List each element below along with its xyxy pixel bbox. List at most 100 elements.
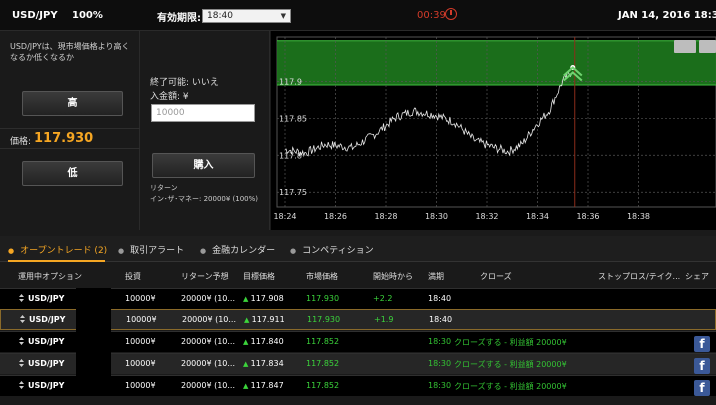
tab-open-trades[interactable]: ● オープントレード (2) <box>8 243 107 256</box>
price-row: 価格: 117.930 <box>0 128 140 149</box>
x-tick-label: 18:30 <box>425 212 448 221</box>
y-tick-label: 117.75 <box>279 188 307 197</box>
row-target: ▲ 117.908 <box>243 294 284 303</box>
expiry-select-value: 18:40 <box>207 11 233 21</box>
col-header-market: 市場価格 <box>306 272 338 281</box>
table-header: 運用中オプション 投資 リターン予想 目標価格 市場価格 開始時から 満期 クロ… <box>0 264 716 288</box>
row-invest: 10000¥ <box>125 294 156 303</box>
y-tick-label: 117.9 <box>279 77 302 86</box>
sort-arrows-icon <box>20 315 25 323</box>
tab-competition-label: コンペティション <box>302 246 374 256</box>
row-expiry: 18:30 <box>428 381 452 390</box>
active-tab-indicator <box>8 260 105 262</box>
target-zone-band <box>277 40 716 86</box>
row-close-status: クローズする - 利益額 20000¥ <box>454 360 567 369</box>
row-target-text: 117.911 <box>251 315 285 324</box>
top-bar: USD/JPY 100% 有効期限: 18:40 ▼ 00:39 JAN 14,… <box>0 0 716 31</box>
tab-trade-alerts[interactable]: ● 取引アラート <box>118 243 184 256</box>
row-pair: USD/JPY <box>19 315 65 324</box>
x-tick-label: 18:24 <box>273 212 296 221</box>
tab-trade-alerts-label: 取引アラート <box>130 246 185 256</box>
row-pair-text: USD/JPY <box>28 337 65 346</box>
row-target-text: 117.834 <box>250 359 284 368</box>
col-header-since-start: 開始時から <box>373 272 413 281</box>
row-return: 20000¥ (10... <box>181 359 236 368</box>
in-the-money-text: イン･ザ･マネー: 20000¥ (100%) <box>150 195 259 203</box>
low-button[interactable]: 低 <box>22 161 123 186</box>
deposit-label: 入金額: ¥ <box>150 92 189 102</box>
x-tick-label: 18:34 <box>526 212 549 221</box>
x-tick-label: 18:36 <box>576 212 599 221</box>
row-expiry: 18:30 <box>428 337 452 346</box>
high-button[interactable]: 高 <box>22 91 123 116</box>
row-invest: 10000¥ <box>126 315 157 324</box>
early-close-text: 終了可能: いいえ <box>150 78 219 88</box>
row-change: +2.2 <box>373 294 393 303</box>
row-invest: 10000¥ <box>125 381 156 390</box>
current-price: 117.930 <box>34 131 94 146</box>
chart-type-icon <box>674 40 696 53</box>
return-label: リターン <box>150 184 178 192</box>
row-target: ▲ 117.911 <box>244 315 285 324</box>
question-text: USD/JPYは、現市場価格より高くなるか低くなるか <box>10 42 130 62</box>
tab-financial-calendar[interactable]: ● 金融カレンダー <box>200 243 275 256</box>
col-header-close: クローズ <box>480 272 512 281</box>
redacted-block <box>76 288 111 395</box>
deposit-input[interactable]: 10000 <box>151 104 255 122</box>
row-return: 20000¥ (10... <box>181 337 236 346</box>
tab-bar: ● オープントレード (2) ● 取引アラート ● 金融カレンダー ● コンペティション <box>0 236 716 262</box>
facebook-share-icon[interactable]: f <box>694 358 710 374</box>
order-panel: 終了可能: いいえ 入金額: ¥ 10000 購入 リターン イン･ザ･マネー:… <box>141 31 270 230</box>
sort-arrows-icon <box>19 337 24 345</box>
sort-arrows-icon <box>19 381 24 389</box>
facebook-share-icon[interactable]: f <box>694 336 710 352</box>
col-header-target: 目標価格 <box>243 272 275 281</box>
chart-settings-icon <box>699 40 716 53</box>
row-pair: USD/JPY <box>18 337 64 346</box>
col-header-return: リターン予想 <box>181 272 229 281</box>
row-market: 117.852 <box>306 337 340 346</box>
expiry-label: 有効期限: <box>157 13 201 24</box>
price-chart[interactable]: 18:24 18:26 18:28 18:30 18:32 18:34 18:36 18:38… <box>271 31 716 230</box>
chevron-down-icon: ▼ <box>280 12 286 20</box>
row-pair-text: USD/JPY <box>28 381 65 390</box>
row-close-status: クローズする - 利益額 20000¥ <box>454 382 567 391</box>
col-header-invest: 投資 <box>125 272 141 281</box>
row-return: 20000¥ (10... <box>182 315 237 324</box>
row-change: +1.9 <box>374 315 394 324</box>
x-tick-label: 18:26 <box>324 212 347 221</box>
row-pair-text: USD/JPY <box>29 315 66 324</box>
row-market: 117.930 <box>306 294 340 303</box>
row-target: ▲ 117.847 <box>243 381 284 390</box>
col-header-share: シェア <box>685 272 709 281</box>
x-tick-label: 18:28 <box>374 212 397 221</box>
buy-button[interactable]: 購入 <box>152 153 255 178</box>
price-label: 価格: <box>10 137 32 147</box>
countdown-timer: 00:39 <box>417 10 446 21</box>
row-target-text: 117.840 <box>250 337 284 346</box>
row-target-text: 117.908 <box>250 294 284 303</box>
facebook-share-icon[interactable]: f <box>694 380 710 396</box>
row-return: 20000¥ (10... <box>181 294 236 303</box>
row-pair-text: USD/JPY <box>28 294 65 303</box>
row-invest: 10000¥ <box>125 337 156 346</box>
payout-percent: 100% <box>72 10 103 21</box>
row-target-text: 117.847 <box>250 381 284 390</box>
asset-pair: USD/JPY <box>12 10 58 21</box>
x-tick-label: 18:32 <box>475 212 498 221</box>
row-invest: 10000¥ <box>125 359 156 368</box>
sort-arrows-icon <box>19 359 24 367</box>
tab-competition[interactable]: ● コンペティション <box>290 243 374 256</box>
col-header-stoploss: ストップロス/テイク... <box>598 272 681 281</box>
chart-svg: 18:24 18:26 18:28 18:30 18:32 18:34 18:36 18:38… <box>273 36 716 221</box>
y-tick-label: 117.85 <box>279 114 307 123</box>
row-close-status: クローズする - 利益額 20000¥ <box>454 338 567 347</box>
row-market: 117.852 <box>306 381 340 390</box>
row-pair-text: USD/JPY <box>28 359 65 368</box>
row-expiry: 18:30 <box>428 359 452 368</box>
col-header-option: 運用中オプション <box>18 272 82 281</box>
row-expiry: 18:40 <box>428 294 452 303</box>
expiry-select[interactable]: 18:40 ▼ <box>202 9 291 23</box>
return-info: リターン イン･ザ･マネー: 20000¥ (100%) <box>150 183 258 205</box>
row-expiry: 18:40 <box>429 315 453 324</box>
